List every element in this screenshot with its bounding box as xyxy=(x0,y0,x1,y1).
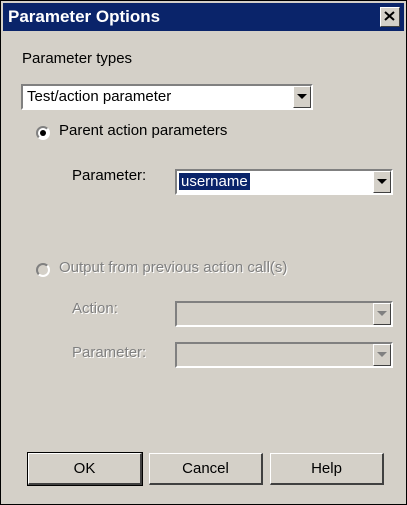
action-dropdown-button[interactable] xyxy=(373,303,391,325)
parameter-types-value: Test/action parameter xyxy=(27,88,172,105)
help-button[interactable]: Help xyxy=(270,453,384,485)
parent-action-radio[interactable] xyxy=(36,126,50,140)
window-title: Parameter Options xyxy=(8,7,161,26)
radio-selected-dot xyxy=(40,130,46,136)
output-previous-radio[interactable] xyxy=(36,263,50,277)
parameter-options-dialog: Parameter Options Parameter types Test/a… xyxy=(0,0,407,505)
parameter-types-label: Parameter types xyxy=(22,50,133,67)
chevron-down-icon xyxy=(377,179,387,184)
parent-parameter-dropdown-button[interactable] xyxy=(373,171,391,193)
parent-parameter-value: username xyxy=(179,173,250,190)
output-parameter-label: Parameter: xyxy=(72,344,147,361)
cancel-button[interactable]: Cancel xyxy=(149,453,263,485)
action-label: Action: xyxy=(72,300,118,317)
close-button[interactable] xyxy=(380,7,400,27)
ok-button[interactable]: OK xyxy=(27,452,143,486)
output-parameter-dropdown-button[interactable] xyxy=(373,344,391,366)
chevron-down-icon xyxy=(297,94,307,99)
chevron-down-icon xyxy=(377,352,387,357)
chevron-down-icon xyxy=(377,311,387,316)
title-bar[interactable]: Parameter Options xyxy=(3,3,404,31)
parent-parameter-dropdown[interactable]: username xyxy=(175,169,393,195)
parameter-types-dropdown-button[interactable] xyxy=(293,86,311,108)
parameter-types-dropdown[interactable]: Test/action parameter xyxy=(21,84,313,110)
parent-parameter-label: Parameter: xyxy=(72,167,147,184)
close-icon xyxy=(384,11,395,21)
parent-action-label: Parent action parameters xyxy=(59,122,228,139)
output-previous-label: Output from previous action call(s) xyxy=(59,259,288,276)
output-parameter-dropdown[interactable] xyxy=(175,342,393,368)
action-dropdown[interactable] xyxy=(175,301,393,327)
